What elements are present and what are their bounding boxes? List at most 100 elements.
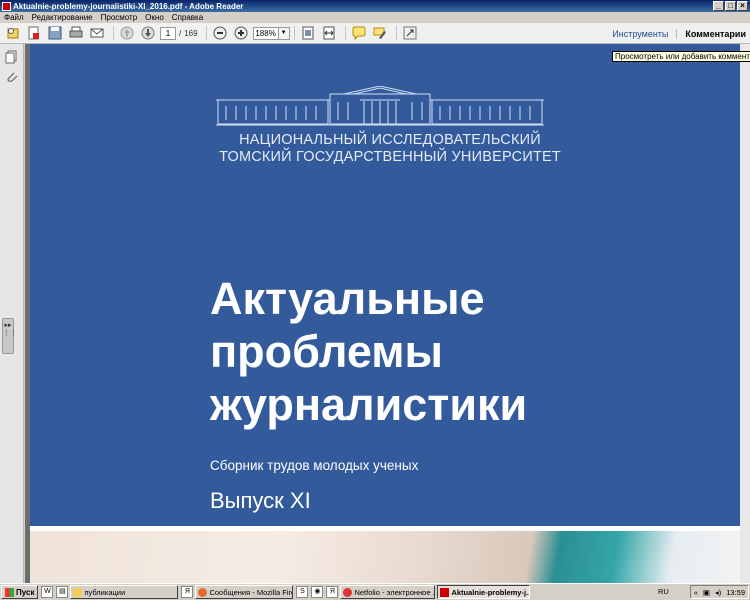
- menu-view[interactable]: Просмотр: [101, 13, 138, 22]
- email-button[interactable]: [88, 25, 106, 41]
- maximize-button[interactable]: □: [725, 1, 736, 11]
- adobe-reader-app-icon: [2, 1, 11, 11]
- zoom-out-button[interactable]: [211, 25, 229, 41]
- zoom-in-icon: [234, 26, 248, 40]
- keyboard-language[interactable]: RU: [658, 587, 669, 596]
- minimize-button[interactable]: _: [713, 1, 724, 11]
- attachments-button[interactable]: [5, 70, 19, 84]
- pdf-icon: [440, 587, 450, 597]
- menu-bar: Файл Редактирование Просмотр Окно Справк…: [0, 12, 750, 23]
- comments-pane-link[interactable]: Комментарии: [676, 28, 746, 39]
- university-name-line1: НАЦИОНАЛЬНЫЙ ИССЛЕДОВАТЕЛЬСКИЙ: [239, 132, 541, 148]
- book-title-line1: Актуальные: [210, 273, 485, 324]
- start-label: Пуск: [16, 587, 35, 597]
- windows-taskbar: Пуск W ▤ публикации Я Сообщения - Mozill…: [0, 583, 750, 600]
- network-icon[interactable]: ▣: [703, 588, 710, 597]
- fit-page-icon: [302, 26, 314, 40]
- vertical-scrollbar[interactable]: [740, 44, 750, 583]
- page-thumbnails-button[interactable]: [5, 50, 19, 64]
- page-separator: /: [179, 28, 182, 38]
- tools-pane-link[interactable]: Инструменты: [612, 29, 668, 39]
- taskbar-item-netfolio[interactable]: Netfolio - электронное ...: [340, 585, 436, 599]
- menu-file[interactable]: Файл: [4, 13, 24, 22]
- menu-window[interactable]: Окно: [145, 13, 164, 22]
- page-number-input[interactable]: 1: [160, 26, 176, 40]
- menu-help[interactable]: Справка: [172, 13, 203, 22]
- navigation-panel: ▸▸ ⋮⋮: [0, 44, 24, 583]
- envelope-icon: [90, 28, 104, 38]
- toolbar-separator: [293, 26, 295, 40]
- taskbar-item-adobe-reader[interactable]: Aktualnie-problemy-j...: [437, 585, 531, 599]
- university-name-line2: ТОМСКИЙ ГОСУДАРСТВЕННЫЙ УНИВЕРСИТЕТ: [219, 149, 561, 165]
- university-building-logo: [216, 86, 544, 126]
- cover-photo: [30, 531, 740, 583]
- toolbar-separator: [344, 26, 346, 40]
- university-name: НАЦИОНАЛЬНЫЙ ИССЛЕДОВАТЕЛЬСКИЙ ТОМСКИЙ Г…: [190, 132, 590, 166]
- yandex-browser-quicklaunch-icon[interactable]: Я: [326, 586, 339, 598]
- zoom-in-button[interactable]: [232, 25, 250, 41]
- menu-edit[interactable]: Редактирование: [32, 13, 93, 22]
- chrome-quicklaunch-icon[interactable]: ◉: [311, 586, 324, 598]
- page-total: 169: [184, 28, 198, 38]
- fit-width-icon: [323, 26, 335, 40]
- taskbar-item-label: Netfolio - электронное ...: [354, 587, 436, 597]
- toolbar-separator: [205, 26, 207, 40]
- paperclip-icon: [7, 72, 18, 82]
- save-button[interactable]: [46, 25, 64, 41]
- save-icon: [48, 26, 62, 40]
- arrow-down-icon: [141, 26, 155, 40]
- window-title: Aktualnie-problemy-journalistiki-XI_2016…: [13, 1, 244, 11]
- document-viewport[interactable]: НАЦИОНАЛЬНЫЙ ИССЛЕДОВАТЕЛЬСКИЙ ТОМСКИЙ Г…: [25, 44, 750, 583]
- firefox-icon: [198, 587, 208, 597]
- create-pdf-button[interactable]: [25, 25, 43, 41]
- clock: 13:59: [726, 587, 745, 597]
- taskbar-item-label: Сообщения - Mozilla Fire...: [209, 587, 294, 597]
- print-icon: [69, 26, 83, 38]
- issue-number: Выпуск XI: [210, 488, 311, 513]
- panel-expand-handle[interactable]: ▸▸ ⋮⋮: [2, 318, 17, 354]
- folder-icon: [73, 587, 83, 597]
- volume-icon[interactable]: ◂): [715, 588, 721, 597]
- zoom-dropdown-button[interactable]: ▼: [278, 26, 290, 40]
- start-button[interactable]: Пуск: [1, 585, 39, 599]
- windows-logo-icon: [5, 587, 14, 597]
- browser-icon: [343, 587, 353, 597]
- open-file-icon: [7, 28, 19, 39]
- taskbar-item-label: Aktualnie-problemy-j...: [451, 587, 531, 597]
- expand-icon: [403, 26, 417, 40]
- page-thumbnails-icon: [5, 50, 17, 64]
- create-pdf-icon: [28, 26, 39, 40]
- add-comment-button[interactable]: [350, 25, 368, 41]
- taskbar-item-folder[interactable]: публикации: [70, 585, 179, 599]
- open-file-button[interactable]: [4, 25, 22, 41]
- system-tray: « ▣ ◂) 13:59: [689, 585, 749, 599]
- highlighter-icon: [373, 27, 386, 39]
- yandex-quicklaunch-icon[interactable]: Я: [181, 586, 194, 598]
- zoom-out-icon: [213, 26, 227, 40]
- comment-bubble-icon: [352, 26, 366, 40]
- taskbar-item-firefox[interactable]: Сообщения - Mozilla Fire...: [195, 585, 294, 599]
- word-quicklaunch-icon[interactable]: W: [41, 586, 54, 598]
- comments-tooltip: Просмотреть или добавить комментарии: [612, 51, 750, 62]
- book-title: Актуальные проблемы журналистики: [210, 272, 527, 431]
- print-button[interactable]: [67, 25, 85, 41]
- book-title-line3: журналистики: [210, 379, 528, 430]
- close-button[interactable]: ×: [737, 1, 748, 11]
- desktop-quicklaunch-icon[interactable]: ▤: [56, 586, 69, 598]
- previous-page-button[interactable]: [118, 25, 136, 41]
- fit-width-button[interactable]: [320, 25, 338, 41]
- taskbar-item-label: публикации: [84, 587, 126, 597]
- arrow-up-icon: [120, 26, 134, 40]
- window-titlebar: Aktualnie-problemy-journalistiki-XI_2016…: [0, 0, 750, 12]
- next-page-button[interactable]: [139, 25, 157, 41]
- read-mode-button[interactable]: [401, 25, 419, 41]
- zoom-level-input[interactable]: 188%: [252, 26, 279, 40]
- fit-page-button[interactable]: [299, 25, 317, 41]
- pdf-page-cover: НАЦИОНАЛЬНЫЙ ИССЛЕДОВАТЕЛЬСКИЙ ТОМСКИЙ Г…: [30, 44, 740, 583]
- toolbar: 1 / 169 188% ▼ Инструменты Комментарии: [0, 23, 750, 44]
- book-subtitle: Сборник трудов молодых ученых: [210, 458, 419, 473]
- skype-quicklaunch-icon[interactable]: S: [296, 586, 309, 598]
- book-title-line2: проблемы: [210, 326, 443, 377]
- tray-expand-icon[interactable]: «: [694, 588, 698, 597]
- highlight-text-button[interactable]: [371, 25, 389, 41]
